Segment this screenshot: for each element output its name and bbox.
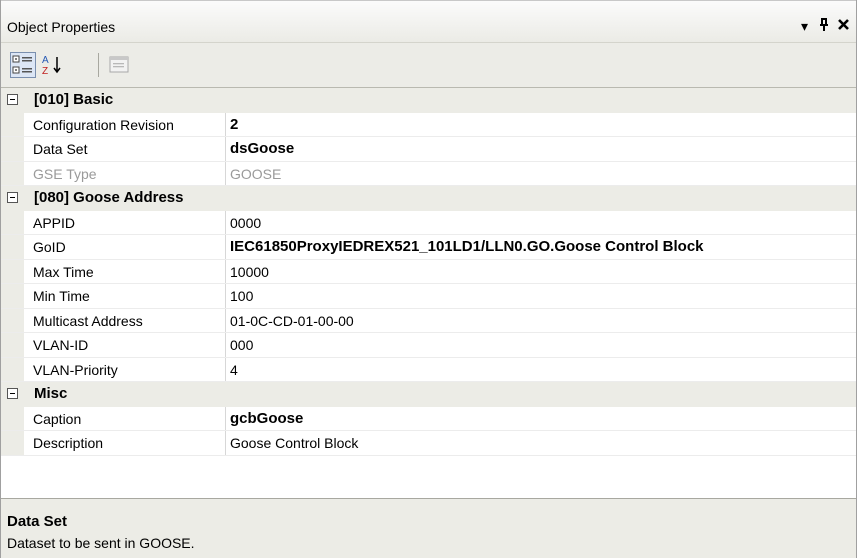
property-value[interactable]: IEC61850ProxyIEDREX521_101LD1/LLN0.GO.Go… <box>226 235 856 259</box>
property-value[interactable]: 000 <box>226 333 856 357</box>
property-name: Min Time <box>24 284 226 308</box>
property-value[interactable]: 01-0C-CD-01-00-00 <box>226 309 856 333</box>
property-value[interactable]: 4 <box>226 358 856 382</box>
category-label: Misc <box>34 385 68 402</box>
category-label: [080] Goose Address <box>34 189 184 206</box>
categorized-button[interactable] <box>10 52 36 78</box>
pin-icon[interactable] <box>818 18 830 35</box>
collapse-icon[interactable] <box>7 192 18 203</box>
svg-text:Z: Z <box>42 66 48 77</box>
property-name: VLAN-ID <box>24 333 226 357</box>
property-row[interactable]: GoID IEC61850ProxyIEDREX521_101LD1/LLN0.… <box>1 235 856 260</box>
property-value[interactable]: gcbGoose <box>226 407 856 431</box>
object-properties-panel: Object Properties ▾ A Z [010] Basic Conf… <box>0 0 857 558</box>
property-name: GoID <box>24 235 226 259</box>
property-name: Max Time <box>24 259 226 283</box>
property-row[interactable]: Data Set dsGoose <box>1 137 856 162</box>
sort-az-icon: A Z <box>42 55 61 77</box>
property-value[interactable]: Goose Control Block <box>226 431 856 455</box>
categorized-icon <box>12 55 32 74</box>
property-value[interactable]: 100 <box>226 284 856 308</box>
svg-text:A: A <box>42 55 49 66</box>
collapse-icon[interactable] <box>7 94 18 105</box>
property-pages-button[interactable] <box>107 52 133 78</box>
property-row[interactable]: VLAN-ID 000 <box>1 333 856 358</box>
property-value: GOOSE <box>230 165 282 182</box>
category-basic[interactable]: [010] Basic <box>1 88 856 113</box>
property-row[interactable]: Multicast Address 01-0C-CD-01-00-00 <box>1 308 856 333</box>
toolbar-separator <box>98 53 99 77</box>
description-title: Data Set <box>7 513 68 530</box>
property-row[interactable]: Caption gcbGoose <box>1 406 856 431</box>
dropdown-arrow-icon[interactable]: ▾ <box>801 18 808 35</box>
property-name: GSE Type <box>24 161 226 185</box>
property-pages-icon <box>109 56 129 73</box>
property-row[interactable]: APPID 0000 <box>1 210 856 235</box>
grid-empty-area <box>1 478 856 498</box>
property-value[interactable]: dsGoose <box>226 137 856 161</box>
property-name: Configuration Revision <box>24 112 226 136</box>
property-row[interactable]: Description Goose Control Block <box>1 431 856 456</box>
property-name: VLAN-Priority <box>24 357 226 381</box>
collapse-icon[interactable] <box>7 388 18 399</box>
description-pane: Data Set Dataset to be sent in GOOSE. <box>1 498 856 558</box>
property-value[interactable]: 2 <box>226 113 856 137</box>
property-value[interactable]: 10000 <box>226 260 856 284</box>
property-row[interactable]: Configuration Revision 2 <box>1 112 856 137</box>
description-text: Dataset to be sent in GOOSE. <box>7 535 195 551</box>
property-value[interactable]: 0000 <box>226 211 856 235</box>
property-row[interactable]: VLAN-Priority 4 <box>1 357 856 382</box>
property-name: Caption <box>24 406 226 430</box>
close-icon[interactable] <box>837 18 850 34</box>
category-goose-address[interactable]: [080] Goose Address <box>1 186 856 211</box>
toolbar: A Z <box>1 42 856 88</box>
property-row[interactable]: GSE Type GOOSE <box>1 161 856 186</box>
category-misc[interactable]: Misc <box>1 382 856 407</box>
property-name: Multicast Address <box>24 308 226 332</box>
panel-title-bar: Object Properties ▾ <box>1 0 856 42</box>
property-name: Data Set <box>24 137 226 161</box>
property-name: APPID <box>24 210 226 234</box>
property-name: Description <box>24 431 226 455</box>
panel-title: Object Properties <box>7 19 116 35</box>
alphabetical-button[interactable]: A Z <box>40 52 66 78</box>
property-row[interactable]: Min Time 100 <box>1 284 856 309</box>
category-label: [010] Basic <box>34 91 114 108</box>
property-grid: [010] Basic Configuration Revision 2 Dat… <box>1 88 856 456</box>
property-row[interactable]: Max Time 10000 <box>1 259 856 284</box>
